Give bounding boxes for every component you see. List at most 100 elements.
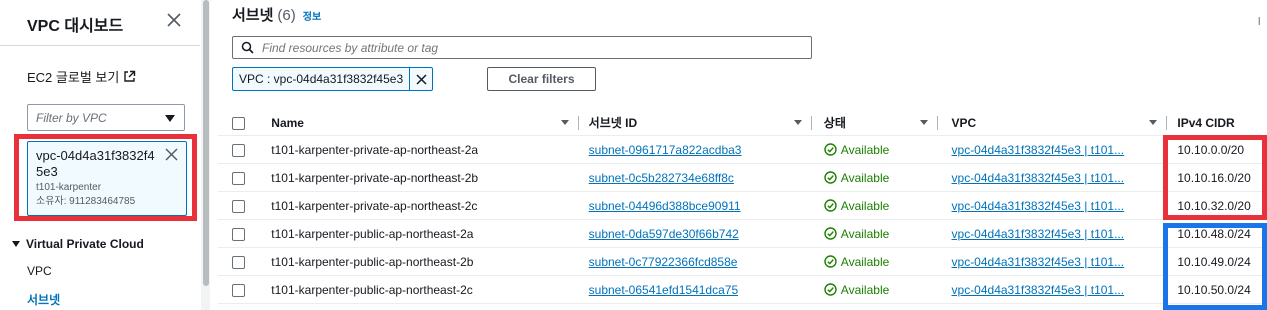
- caret-down-icon[interactable]: [919, 120, 928, 125]
- row-checkbox[interactable]: [232, 199, 245, 213]
- subnet-id-cell: subnet-0c77922366fcd858e: [578, 247, 812, 276]
- subnet-name: t101-karpenter-private-ap-northeast-2a: [271, 135, 579, 164]
- caret-down-icon: [165, 115, 175, 122]
- select-all-checkbox[interactable]: [232, 116, 245, 130]
- vpc-link[interactable]: vpc-04d4a31f3832f45e3 | t101...: [952, 283, 1125, 297]
- status-cell: Available: [811, 191, 938, 220]
- check-circle-icon: [824, 227, 837, 240]
- vpc-filter-placeholder: Filter by VPC: [36, 111, 107, 125]
- sidebar-item-vpc[interactable]: VPC: [27, 264, 52, 278]
- vpc-link[interactable]: vpc-04d4a31f3832f45e3 | t101...: [952, 171, 1125, 185]
- row-select: [218, 191, 272, 220]
- external-link-icon: [124, 70, 136, 82]
- check-circle-icon: [824, 171, 837, 184]
- sidebar-section-vpc[interactable]: Virtual Private Cloud: [12, 237, 144, 251]
- caret-down-icon[interactable]: [1149, 120, 1158, 125]
- table-header-row: Name 서브넷 ID 상태 VPC IPv4 CIDR: [218, 110, 1267, 136]
- subnet-id-link[interactable]: subnet-0c5b282734e68ff8c: [589, 171, 734, 185]
- subnet-id-link[interactable]: subnet-0c77922366fcd858e: [589, 255, 738, 269]
- caret-down-icon[interactable]: [560, 120, 569, 125]
- header-status[interactable]: 상태: [811, 110, 938, 136]
- check-circle-icon: [824, 199, 837, 212]
- row-checkbox[interactable]: [232, 283, 245, 297]
- subnet-id-cell: subnet-04496d388bce90911: [578, 191, 812, 220]
- table-row[interactable]: t101-karpenter-private-ap-northeast-2b su…: [218, 163, 1267, 192]
- status-text: Available: [840, 170, 890, 185]
- caret-down-icon[interactable]: [793, 120, 802, 125]
- row-checkbox[interactable]: [232, 227, 245, 241]
- status-cell: Available: [811, 135, 938, 164]
- status-cell: Available: [811, 219, 938, 248]
- status-badge: Available: [824, 171, 938, 185]
- sidebar: VPC 대시보드 EC2 글로벌 보기 Filter by VPC vpc-04…: [0, 0, 200, 310]
- status-text: Available: [840, 254, 890, 269]
- vpc-link[interactable]: vpc-04d4a31f3832f45e3 | t101...: [952, 143, 1125, 157]
- header-ipv4-cidr[interactable]: IPv4 CIDR: [1167, 110, 1267, 136]
- vpc-link[interactable]: vpc-04d4a31f3832f45e3 | t101...: [952, 255, 1125, 269]
- search-icon: [241, 41, 254, 54]
- subnet-id-link[interactable]: subnet-0da597de30f66b742: [589, 227, 739, 241]
- row-checkbox[interactable]: [232, 171, 245, 185]
- vpc-cell: vpc-04d4a31f3832f45e3 | t101...: [937, 135, 1168, 164]
- highlight-box-red: [14, 134, 197, 221]
- header-label: Name: [271, 115, 304, 130]
- status-cell: Available: [811, 163, 938, 192]
- header-name[interactable]: Name: [271, 110, 579, 136]
- table-row[interactable]: t101-karpenter-public-ap-northeast-2c sub…: [218, 275, 1267, 304]
- row-select: [218, 247, 272, 276]
- header-subnet-id[interactable]: 서브넷 ID: [578, 110, 812, 136]
- info-link[interactable]: 정보: [303, 8, 321, 23]
- row-select: [218, 163, 272, 192]
- search-input[interactable]: [262, 40, 762, 55]
- status-text: Available: [840, 198, 890, 213]
- close-icon[interactable]: [165, 11, 183, 29]
- status-text: Available: [840, 282, 890, 297]
- dismiss-filter-button[interactable]: [409, 68, 432, 90]
- header-select-all: [218, 110, 272, 136]
- vpc-link[interactable]: vpc-04d4a31f3832f45e3 | t101...: [952, 199, 1125, 213]
- subnet-id-link[interactable]: subnet-04496d388bce90911: [589, 199, 741, 213]
- table-row[interactable]: t101-karpenter-private-ap-northeast-2c su…: [218, 191, 1267, 220]
- vpc-filter-select[interactable]: Filter by VPC: [27, 104, 185, 131]
- row-checkbox[interactable]: [232, 255, 245, 269]
- sidebar-item-subnets[interactable]: 서브넷: [27, 291, 60, 308]
- caret-down-icon: [12, 241, 20, 247]
- subnet-id-link[interactable]: subnet-0961717a822acdba3: [589, 143, 742, 157]
- sidebar-title: VPC 대시보드: [27, 18, 124, 35]
- subnet-name: t101-karpenter-public-ap-northeast-2a: [271, 219, 579, 248]
- vpc-cell: vpc-04d4a31f3832f45e3 | t101...: [937, 163, 1168, 192]
- table-row[interactable]: t101-karpenter-public-ap-northeast-2b sub…: [218, 247, 1267, 276]
- subnet-name: t101-karpenter-public-ap-northeast-2c: [271, 275, 579, 304]
- row-select: [218, 219, 272, 248]
- filter-token-label: VPC : vpc-04d4a31f3832f45e3: [239, 72, 404, 86]
- row-checkbox[interactable]: [232, 143, 245, 157]
- check-circle-icon: [824, 255, 837, 268]
- divider: [0, 45, 200, 46]
- sidebar-scrollbar-thumb[interactable]: [203, 0, 209, 286]
- status-badge: Available: [824, 227, 938, 241]
- vpc-link[interactable]: vpc-04d4a31f3832f45e3 | t101...: [952, 227, 1125, 241]
- header-vpc[interactable]: VPC: [937, 110, 1168, 136]
- header-label: IPv4 CIDR: [1177, 115, 1235, 130]
- truncated-text: l: [1258, 16, 1261, 28]
- highlight-box-red: [1163, 135, 1267, 220]
- status-cell: Available: [811, 247, 938, 276]
- status-badge: Available: [824, 283, 938, 297]
- vpc-cell: vpc-04d4a31f3832f45e3 | t101...: [937, 191, 1168, 220]
- check-circle-icon: [824, 143, 837, 156]
- subnet-count: (6): [277, 7, 296, 24]
- subnet-id-link[interactable]: subnet-06541efd1541dca75: [589, 283, 738, 297]
- search-field[interactable]: [232, 36, 812, 59]
- highlight-box-blue: [1163, 223, 1267, 310]
- ec2-global-view-link[interactable]: EC2 글로벌 보기: [27, 67, 136, 86]
- subnet-id-cell: subnet-0da597de30f66b742: [578, 219, 812, 248]
- ec2-link-label: EC2 글로벌 보기: [27, 70, 120, 85]
- table-row[interactable]: t101-karpenter-private-ap-northeast-2a su…: [218, 135, 1267, 164]
- table-row[interactable]: t101-karpenter-public-ap-northeast-2a sub…: [218, 219, 1267, 248]
- check-circle-icon: [824, 283, 837, 296]
- clear-filters-button[interactable]: Clear filters: [487, 67, 596, 91]
- vpc-cell: vpc-04d4a31f3832f45e3 | t101...: [937, 219, 1168, 248]
- page-title: 서브넷 (6) 정보: [232, 4, 321, 25]
- status-text: Available: [840, 142, 890, 157]
- subnet-name: t101-karpenter-public-ap-northeast-2b: [271, 247, 579, 276]
